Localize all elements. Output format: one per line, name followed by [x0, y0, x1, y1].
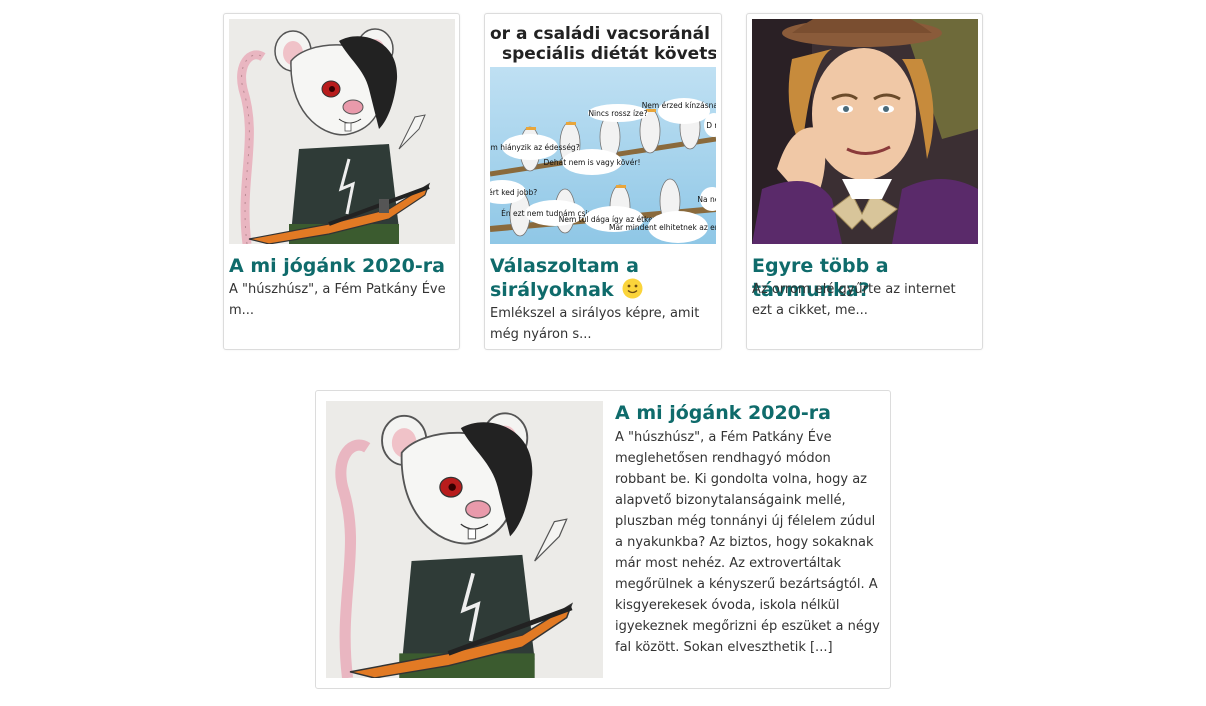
svg-text:Na nem: Na nem: [697, 195, 716, 204]
post-title[interactable]: Válaszoltam a sirályoknak: [490, 254, 720, 305]
wonka-meme-image[interactable]: [752, 19, 978, 244]
related-post-card[interactable]: A mi jógánk 2020-ra A "húszhúsz", a Fém …: [223, 13, 460, 350]
featured-post-excerpt: A "húszhúsz", a Fém Patkány Éve meglehet…: [615, 430, 880, 655]
meme-text-line1: or a családi vacsoránál kö: [490, 24, 716, 44]
seagulls-meme-image[interactable]: or a családi vacsoránál kö speciális dié…: [490, 19, 716, 244]
post-title[interactable]: A mi jógánk 2020-ra: [229, 254, 459, 278]
post-excerpt: Az orrom elé gyűrte az internet ezt a ci…: [752, 282, 956, 318]
svg-text:tól miért ked jobb?: tól miért ked jobb?: [490, 188, 537, 197]
svg-text:Nem érzed kínzásnak?: Nem érzed kínzásnak?: [642, 101, 716, 110]
svg-text:Nincs rossz íze?: Nincs rossz íze?: [588, 109, 647, 118]
featured-post-title[interactable]: A mi jógánk 2020-ra: [615, 401, 831, 425]
rat-illustration-image[interactable]: [326, 401, 603, 678]
svg-text:Dehát nem is vagy kövér!: Dehát nem is vagy kövér!: [544, 158, 641, 167]
featured-post-card[interactable]: A mi jógánk 2020-ra A "húszhúsz", a Fém …: [315, 390, 891, 689]
svg-text:D m: D m: [706, 121, 716, 130]
related-post-card[interactable]: or a családi vacsoránál kö speciális dié…: [484, 13, 722, 350]
smiley-emoji-icon: [622, 278, 643, 305]
related-post-card[interactable]: Egyre több a távmunka? Az orrom elé gyűr…: [746, 13, 983, 350]
post-excerpt: A "húszhúsz", a Fém Patkány Éve m...: [229, 282, 446, 318]
meme-text-line2: speciális diétát követsz:: [502, 44, 716, 64]
rat-illustration-image[interactable]: [229, 19, 455, 244]
post-excerpt: Emlékszel a sirályos képre, amit még nyá…: [490, 306, 700, 342]
svg-text:Nem hiányzik az édesség?: Nem hiányzik az édesség?: [490, 143, 580, 152]
svg-text:Már mindent elhitetnek az embe: Már mindent elhitetnek az emberrel!: [609, 223, 716, 232]
